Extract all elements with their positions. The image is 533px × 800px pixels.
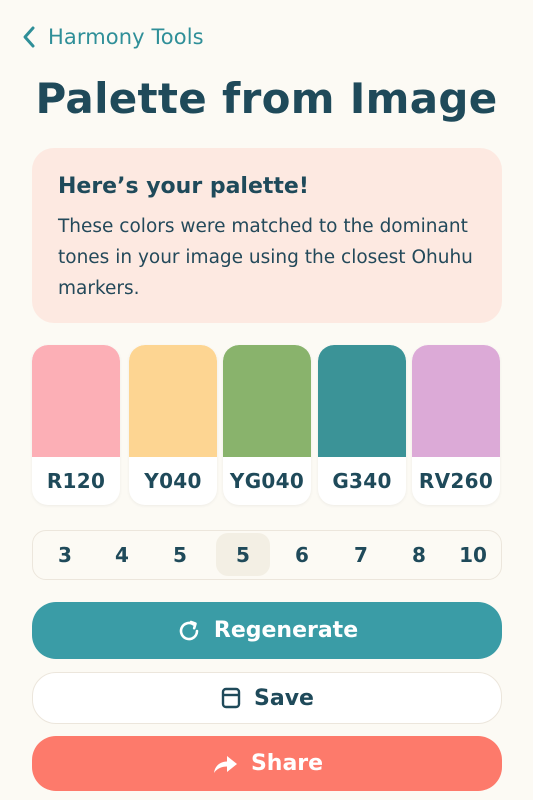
back-link-label: Harmony Tools: [48, 25, 204, 49]
swatch-code: YG040: [229, 469, 305, 493]
result-card-body: These colors were matched to the dominan…: [58, 216, 473, 299]
result-card-title: Here’s your palette!: [58, 174, 309, 199]
swatch-card[interactable]: Y040: [129, 345, 217, 505]
swatch-color: [32, 345, 120, 457]
save-label: Save: [254, 685, 314, 711]
share-button[interactable]: Share: [32, 736, 502, 791]
color-count-selector: 3 4 5 5 6 7 8 10: [32, 530, 502, 580]
swatch-card[interactable]: RV260: [412, 345, 500, 505]
count-option[interactable]: 5: [216, 533, 270, 576]
count-option[interactable]: 5: [154, 531, 206, 578]
share-label: Share: [250, 751, 324, 776]
swatch-code: R120: [46, 469, 106, 493]
share-arrow-icon: [211, 753, 239, 775]
swatch-code: Y040: [144, 469, 202, 493]
save-button[interactable]: Save: [32, 672, 502, 724]
result-card: Here’s your palette! These colors were m…: [32, 148, 502, 323]
swatch-color: [412, 345, 500, 457]
page-title: Palette from Image: [35, 74, 498, 123]
swatch-card[interactable]: YG040: [223, 345, 311, 505]
swatch-color: [223, 345, 311, 457]
swatch-row: R120 Y040 YG040 G340 RV260: [32, 345, 500, 507]
count-option[interactable]: 4: [96, 531, 148, 578]
refresh-icon: [176, 618, 202, 644]
save-icon: [220, 686, 242, 710]
swatch-card[interactable]: R120: [32, 345, 120, 505]
swatch-code: RV260: [418, 469, 494, 493]
regenerate-button[interactable]: Regenerate: [32, 602, 502, 659]
swatch-code: G340: [332, 469, 392, 493]
back-link[interactable]: Harmony Tools: [22, 22, 204, 52]
count-option[interactable]: 6: [276, 531, 328, 578]
swatch-color: [318, 345, 406, 457]
swatch-color: [129, 345, 217, 457]
count-option[interactable]: 7: [335, 531, 387, 578]
swatch-card[interactable]: G340: [318, 345, 406, 505]
count-option[interactable]: 10: [447, 531, 499, 578]
count-option[interactable]: 8: [393, 531, 445, 578]
count-option[interactable]: 3: [39, 531, 91, 578]
chevron-left-icon: [22, 25, 36, 49]
regenerate-label: Regenerate: [213, 618, 359, 643]
